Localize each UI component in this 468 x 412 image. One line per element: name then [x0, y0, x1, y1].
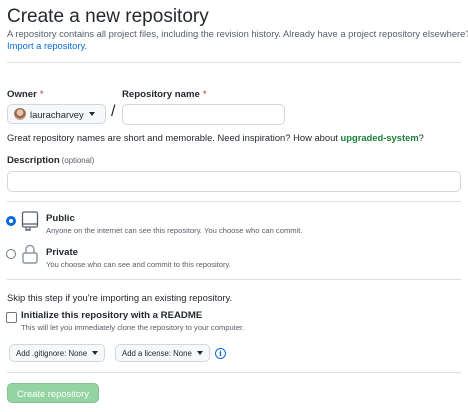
avatar [14, 108, 26, 120]
owner-selected: lauracharvey [30, 108, 84, 120]
hint-suffix: ? [418, 132, 424, 143]
owner-label-text: Owner [7, 89, 37, 100]
page-title: Create a new repository [7, 6, 209, 27]
skip-step-text: Skip this step if you're importing an ex… [7, 292, 233, 303]
page-subtitle: A repository contains all project files,… [7, 28, 468, 39]
caret-down-icon [88, 112, 95, 116]
description-label-text: Description [7, 155, 60, 166]
lock-icon [21, 243, 39, 270]
repo-name-label: Repository name * [122, 89, 207, 100]
license-dropdown[interactable]: Add a license: None [115, 344, 210, 362]
repo-name-hint: Great repository names are short and mem… [7, 132, 424, 143]
public-label[interactable]: Public [46, 213, 75, 224]
readme-label[interactable]: Initialize this repository with a README [21, 310, 202, 321]
hint-text: Great repository names are short and mem… [7, 132, 341, 143]
divider [7, 279, 461, 280]
owner-dropdown[interactable]: lauracharvey [7, 104, 106, 124]
public-description: Anyone on the internet can see this repo… [46, 226, 303, 235]
caret-down-icon [196, 351, 203, 355]
owner-repo-separator: / [111, 103, 116, 120]
required-mark: * [39, 89, 44, 100]
divider [7, 201, 461, 202]
private-radio[interactable] [6, 249, 16, 259]
description-label: Description (optional) [7, 155, 94, 166]
private-description: You choose who can see and commit to thi… [46, 260, 231, 269]
readme-checkbox[interactable] [6, 312, 17, 323]
divider [7, 372, 461, 373]
repo-name-label-text: Repository name [122, 89, 200, 100]
owner-label: Owner * [7, 89, 44, 100]
private-label[interactable]: Private [46, 247, 78, 258]
caret-down-icon [92, 351, 99, 355]
public-radio[interactable] [6, 216, 16, 226]
repo-name-input[interactable] [122, 104, 285, 125]
required-mark: * [202, 89, 207, 100]
description-input[interactable] [7, 171, 461, 192]
gitignore-label: Add .gitignore: None [16, 348, 88, 358]
create-repository-button[interactable]: Create repository [7, 383, 99, 403]
info-icon[interactable]: i [215, 348, 226, 359]
import-repository-link[interactable]: Import a repository. [7, 40, 87, 51]
license-label: Add a license: None [122, 348, 192, 358]
divider [7, 62, 461, 63]
repo-public-icon [21, 211, 39, 236]
readme-description: This will let you immediately clone the … [21, 323, 245, 332]
gitignore-dropdown[interactable]: Add .gitignore: None [9, 344, 106, 362]
optional-tag: (optional) [61, 156, 95, 165]
name-suggestion[interactable]: upgraded-system [341, 132, 419, 143]
